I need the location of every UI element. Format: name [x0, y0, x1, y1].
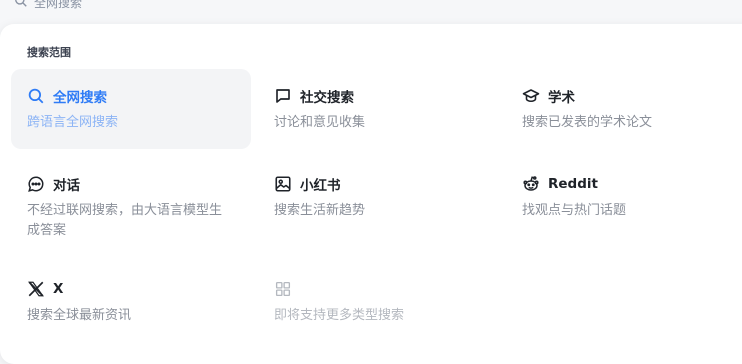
option-title: 社交搜索 — [300, 90, 354, 106]
graduation-cap-icon — [522, 87, 540, 105]
option-more-coming: 即将支持更多类型搜索 — [258, 262, 498, 342]
grid-icon — [274, 280, 292, 298]
option-title: 小红书 — [300, 178, 341, 194]
option-title: Reddit — [548, 176, 598, 192]
section-title: 搜索范围 — [27, 46, 71, 59]
search-scope-panel: 搜索范围 全网搜索 跨语言全网搜索 社交搜索 讨论和意见收集 学术 搜索已发表的… — [0, 24, 742, 364]
option-title: 全网搜索 — [53, 90, 107, 106]
option-reddit[interactable]: Reddit 找观点与热门话题 — [506, 157, 742, 237]
x-logo-icon — [27, 280, 45, 298]
search-bar[interactable]: 全网搜索 — [14, 0, 82, 12]
option-xiaohongshu[interactable]: 小红书 搜索生活新趋势 — [258, 157, 498, 237]
option-chat[interactable]: 对话 不经过联网搜索，由大语言模型生成答案 — [11, 157, 251, 247]
option-desc: 搜索生活新趋势 — [274, 203, 366, 218]
option-x[interactable]: X 搜索全球最新资讯 — [11, 262, 251, 342]
chat-bubble-icon — [274, 87, 292, 105]
image-frame-icon — [274, 175, 292, 193]
search-icon — [14, 0, 28, 11]
option-desc: 跨语言全网搜索 — [27, 115, 119, 130]
option-desc: 搜索已发表的学术论文 — [522, 115, 653, 130]
message-dots-icon — [27, 175, 45, 193]
search-icon — [27, 87, 45, 105]
option-desc: 搜索全球最新资讯 — [27, 308, 132, 323]
reddit-icon — [522, 175, 540, 193]
option-title: X — [53, 281, 64, 297]
option-desc: 找观点与热门话题 — [522, 203, 627, 218]
option-desc: 即将支持更多类型搜索 — [274, 308, 405, 323]
option-social-search[interactable]: 社交搜索 讨论和意见收集 — [258, 69, 498, 149]
search-bar-label: 全网搜索 — [34, 0, 83, 10]
option-desc: 不经过联网搜索，由大语言模型生成答案 — [27, 203, 223, 238]
option-title: 对话 — [53, 178, 80, 194]
option-academic[interactable]: 学术 搜索已发表的学术论文 — [506, 69, 742, 149]
option-desc: 讨论和意见收集 — [274, 115, 366, 130]
option-title: 学术 — [548, 90, 575, 106]
option-web-search[interactable]: 全网搜索 跨语言全网搜索 — [11, 69, 251, 149]
